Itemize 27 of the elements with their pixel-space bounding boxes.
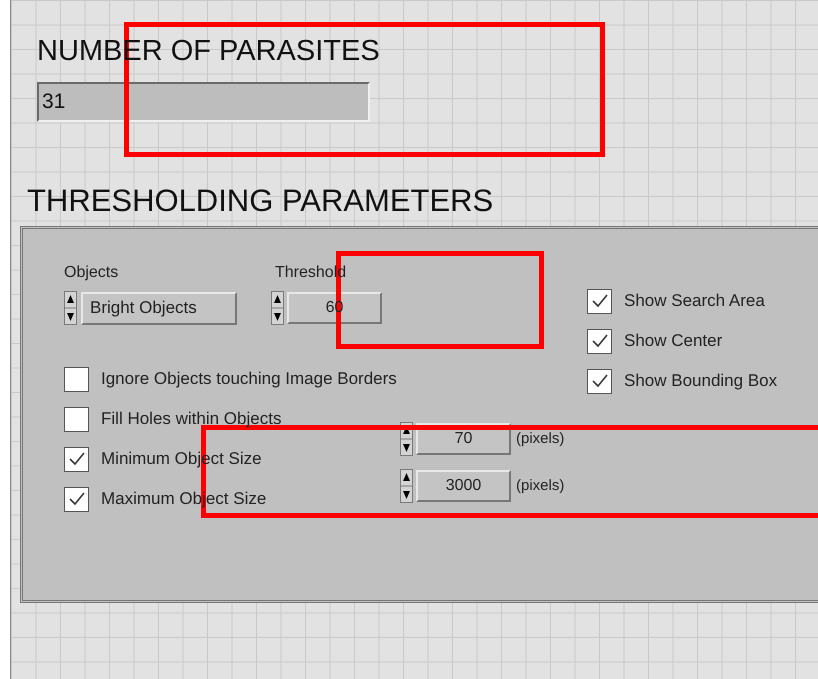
unit-label: (pixels) <box>516 428 564 449</box>
checkbox-label: Ignore Objects touching Image Borders <box>101 368 397 390</box>
objects-label: Objects <box>64 263 120 283</box>
unit-label: (pixels) <box>516 476 564 496</box>
checkbox[interactable] <box>64 406 89 432</box>
checkmark-icon <box>68 491 86 507</box>
checkbox-label: Fill Holes within Objects <box>101 408 282 430</box>
checkmark-icon <box>590 293 608 309</box>
checkbox-label: Show Search Area <box>624 290 765 312</box>
checkmark-icon <box>590 333 608 349</box>
checkmark-icon <box>68 451 86 467</box>
spinner-arrows[interactable] <box>64 291 77 325</box>
checkbox[interactable] <box>64 486 89 512</box>
checkbox[interactable] <box>587 368 612 394</box>
checkbox[interactable] <box>587 328 612 354</box>
checkbox-label: Show Center <box>624 330 722 352</box>
checkmark-icon <box>590 373 608 389</box>
checkbox[interactable] <box>64 366 89 392</box>
objects-selector[interactable]: Bright Objects <box>81 292 237 324</box>
spinner-arrows[interactable] <box>400 469 413 503</box>
numeric-field[interactable]: 3000 <box>416 470 511 502</box>
checkbox-label: Show Bounding Box <box>624 370 778 392</box>
section-title: THRESHOLDING PARAMETERS <box>26 184 494 218</box>
spinner-arrows[interactable] <box>271 291 284 325</box>
checkbox[interactable] <box>587 288 612 314</box>
checkbox[interactable] <box>64 446 89 472</box>
parasite-count-display: 31 <box>37 82 370 122</box>
